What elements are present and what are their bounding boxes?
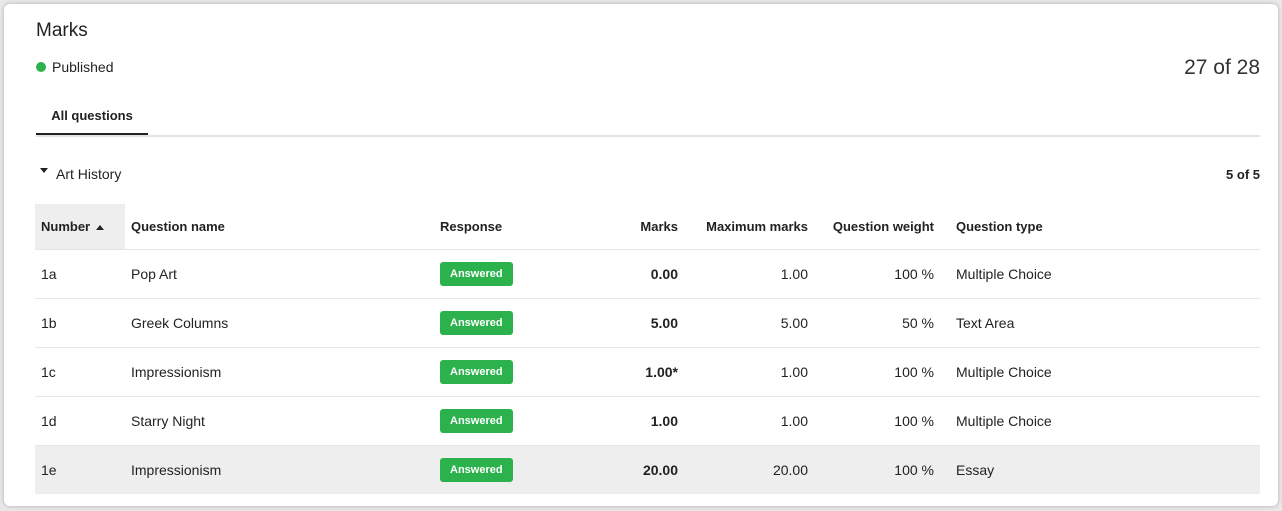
cell-number: 1a <box>35 249 125 299</box>
response-badge: Answered <box>440 409 513 433</box>
table-row: 1b Greek Columns Answered 5.00 5.00 50 %… <box>35 298 1260 348</box>
cell-question-type: Multiple Choice <box>940 347 1260 397</box>
cell-question-type: Multiple Choice <box>940 249 1260 299</box>
section-header[interactable]: Art History 5 of 5 <box>36 162 1260 186</box>
column-header-number[interactable]: Number <box>35 204 125 250</box>
cell-question-type: Text Area <box>940 298 1260 348</box>
cell-marks: 1.00* <box>584 347 684 397</box>
marks-panel: Marks Published 27 of 28 All questions A… <box>4 4 1278 506</box>
cell-marks: 1.00 <box>584 396 684 446</box>
questions-table: Number Question name Response Marks Maxi… <box>35 204 1260 494</box>
table-row: 1e Impressionism Answered 20.00 20.00 10… <box>35 445 1260 494</box>
cell-number: 1c <box>35 347 125 397</box>
response-badge: Answered <box>440 311 513 335</box>
response-badge: Answered <box>440 360 513 384</box>
response-badge: Answered <box>440 458 513 482</box>
section-count: 5 of 5 <box>1226 167 1260 182</box>
cell-weight: 50 % <box>814 298 940 348</box>
cell-question-name[interactable]: Pop Art <box>125 249 434 299</box>
tab-bar: All questions <box>36 100 1260 137</box>
status-label: Published <box>52 59 114 75</box>
publish-status: Published <box>36 59 114 75</box>
status-dot-icon <box>36 62 46 72</box>
cell-max-marks: 1.00 <box>684 347 814 397</box>
table-row: 1a Pop Art Answered 0.00 1.00 100 % Mult… <box>35 249 1260 299</box>
collapse-caret-icon[interactable] <box>40 167 48 173</box>
cell-question-name[interactable]: Impressionism <box>125 445 434 494</box>
column-header-question-type: Question type <box>956 219 1043 234</box>
table-header-row: Number Question name Response Marks Maxi… <box>35 204 1260 250</box>
item-counter: 27 of 28 <box>1184 56 1260 79</box>
cell-max-marks: 20.00 <box>684 445 814 494</box>
sort-ascending-icon[interactable] <box>96 225 105 231</box>
column-header-maximum-marks: Maximum marks <box>706 219 808 234</box>
cell-weight: 100 % <box>814 445 940 494</box>
page-title: Marks <box>36 20 88 41</box>
cell-max-marks: 5.00 <box>684 298 814 348</box>
cell-marks: 5.00 <box>584 298 684 348</box>
cell-question-name[interactable]: Greek Columns <box>125 298 434 348</box>
cell-max-marks: 1.00 <box>684 249 814 299</box>
response-badge: Answered <box>440 262 513 286</box>
column-header-response: Response <box>440 219 503 234</box>
cell-number: 1e <box>35 445 125 494</box>
cell-question-name[interactable]: Impressionism <box>125 347 434 397</box>
table-row: 1c Impressionism Answered 1.00* 1.00 100… <box>35 347 1260 397</box>
cell-weight: 100 % <box>814 396 940 446</box>
column-header-question-weight: Question weight <box>832 219 934 234</box>
tab-all-questions[interactable]: All questions <box>36 100 148 135</box>
cell-weight: 100 % <box>814 249 940 299</box>
cell-question-type: Essay <box>940 445 1260 494</box>
cell-number: 1d <box>35 396 125 446</box>
cell-question-type: Multiple Choice <box>940 396 1260 446</box>
column-header-marks: Marks <box>640 219 678 234</box>
column-header-question-name: Question name <box>131 219 225 234</box>
cell-number: 1b <box>35 298 125 348</box>
cell-weight: 100 % <box>814 347 940 397</box>
cell-marks: 0.00 <box>584 249 684 299</box>
cell-marks: 20.00 <box>584 445 684 494</box>
cell-max-marks: 1.00 <box>684 396 814 446</box>
cell-question-name[interactable]: Starry Night <box>125 396 434 446</box>
table-row: 1d Starry Night Answered 1.00 1.00 100 %… <box>35 396 1260 446</box>
section-name: Art History <box>56 166 122 182</box>
